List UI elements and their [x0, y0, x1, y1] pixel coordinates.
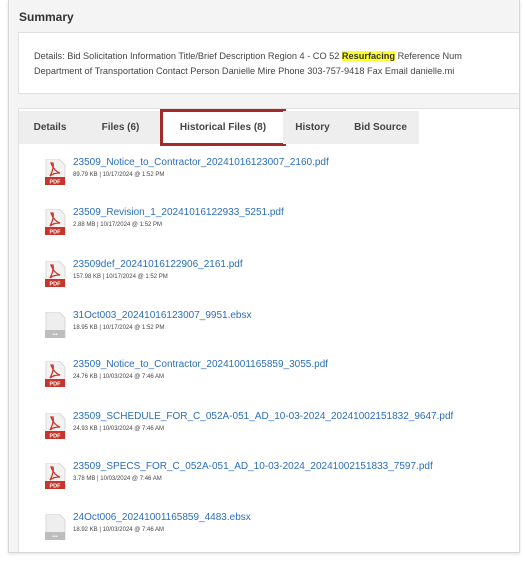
details-text: Details: Bid Solicitation Information Ti…: [34, 51, 342, 61]
tab-details[interactable]: Details: [19, 111, 81, 144]
pdf-icon[interactable]: PDF: [45, 412, 66, 440]
pdf-icon-label: PDF: [50, 230, 62, 236]
file-link[interactable]: 24Oct006_20241001165859_4483.ebsx: [73, 512, 251, 523]
file-link[interactable]: 23509def_20241016122906_2161.pdf: [73, 259, 243, 270]
pdf-icon-label: PDF: [50, 382, 62, 388]
file-meta: 89.79 KB | 10/17/2024 @ 1:52 PM: [73, 172, 165, 178]
details-line-1: Details: Bid Solicitation Information Ti…: [34, 51, 462, 61]
pdf-icon[interactable]: PDF: [45, 260, 66, 288]
tab-bar: Details Files (6) Historical Files (8) H…: [19, 109, 519, 146]
file-icon-label: •••: [52, 534, 58, 540]
tab-history[interactable]: History: [283, 111, 342, 144]
file-link[interactable]: 23509_SPECS_FOR_C_052A-051_AD_10-03-2024…: [73, 461, 433, 472]
summary-title: Summary: [19, 10, 74, 24]
file-meta: 3.78 MB | 10/03/2024 @ 7:46 AM: [73, 476, 162, 482]
pdf-icon-label: PDF: [50, 180, 62, 186]
file-meta: 24.76 KB | 10/03/2024 @ 7:46 AM: [73, 374, 165, 380]
file-meta: 18.92 KB | 10/03/2024 @ 7:46 AM: [73, 527, 165, 533]
tab-historical-files[interactable]: Historical Files (8): [160, 109, 286, 146]
file-meta: 24.93 KB | 10/03/2024 @ 7:46 AM: [73, 426, 165, 432]
file-meta: 157.98 KB | 10/17/2024 @ 1:52 PM: [73, 274, 168, 280]
generic-file-icon[interactable]: •••: [45, 513, 66, 541]
summary-panel: Summary Details: Bid Solicitation Inform…: [8, 0, 520, 553]
file-icon-label: •••: [52, 332, 58, 338]
file-link[interactable]: 23509_Revision_1_20241016122933_5251.pdf: [73, 207, 284, 218]
pdf-icon[interactable]: PDF: [45, 360, 66, 388]
file-meta: 2.88 MB | 10/17/2024 @ 1:52 PM: [73, 222, 163, 228]
details-text-cont: Reference Num: [395, 51, 462, 61]
pdf-icon[interactable]: PDF: [45, 462, 66, 490]
file-link[interactable]: 31Oct003_20241016123007_9951.ebsx: [73, 310, 252, 321]
generic-file-icon[interactable]: •••: [45, 311, 66, 339]
file-link[interactable]: 23509_SCHEDULE_FOR_C_052A-051_AD_10-03-2…: [73, 411, 453, 422]
file-link[interactable]: 23509_Notice_to_Contractor_2024100116585…: [73, 359, 328, 370]
tabs-panel: Details Files (6) Historical Files (8) H…: [18, 108, 519, 552]
pdf-icon[interactable]: PDF: [45, 158, 66, 186]
tab-bid-source[interactable]: Bid Source: [342, 111, 419, 144]
search-highlight: Resurfacing: [341, 51, 396, 61]
pdf-icon-label: PDF: [50, 434, 62, 440]
pdf-icon-label: PDF: [50, 484, 62, 490]
tab-files[interactable]: Files (6): [81, 111, 160, 144]
pdf-icon-label: PDF: [50, 282, 62, 288]
file-link[interactable]: 23509_Notice_to_Contractor_2024101612300…: [73, 157, 329, 168]
details-line-2: Department of Transportation Contact Per…: [34, 66, 455, 76]
details-box: Details: Bid Solicitation Information Ti…: [18, 32, 519, 94]
file-meta: 18.95 KB | 10/17/2024 @ 1:52 PM: [73, 325, 165, 331]
pdf-icon[interactable]: PDF: [45, 208, 66, 236]
